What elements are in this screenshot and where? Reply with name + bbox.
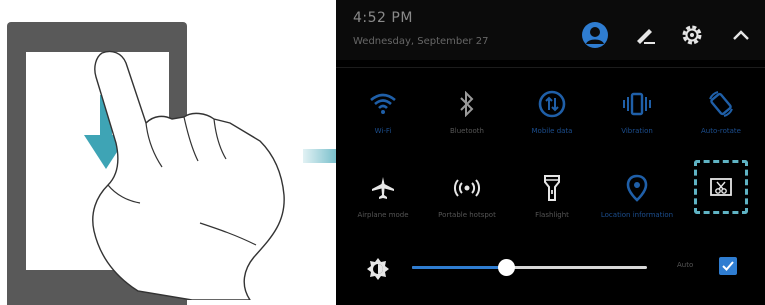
tile-label: Location information bbox=[600, 211, 674, 219]
edit-icon[interactable] bbox=[630, 20, 660, 50]
tile-location[interactable]: Location information bbox=[599, 172, 675, 242]
status-date: Wednesday, September 27 bbox=[353, 36, 489, 47]
tile-label: Flashlight bbox=[535, 211, 569, 219]
bluetooth-icon bbox=[451, 88, 483, 120]
mobile-data-icon bbox=[536, 88, 568, 120]
tile-auto-rotate[interactable]: Auto-rotate bbox=[683, 88, 759, 158]
tile-label: Airplane mode bbox=[357, 211, 409, 219]
tile-mobile-data[interactable]: Mobile data bbox=[514, 88, 590, 158]
brightness-slider-fill bbox=[412, 266, 506, 269]
tile-label: Bluetooth bbox=[450, 127, 484, 135]
brightness-icon bbox=[366, 257, 390, 285]
checkmark-icon bbox=[722, 261, 734, 271]
tile-vibration[interactable]: Vibration bbox=[599, 88, 675, 158]
gear-icon[interactable] bbox=[677, 20, 707, 50]
brightness-slider[interactable] bbox=[412, 259, 647, 276]
tile-airplane[interactable]: Airplane mode bbox=[345, 172, 421, 242]
tile-label: Auto-rotate bbox=[700, 127, 741, 135]
status-time: 4:52 PM bbox=[353, 10, 413, 26]
hotspot-icon bbox=[451, 172, 483, 204]
flashlight-icon bbox=[536, 172, 568, 204]
wifi-icon bbox=[367, 88, 399, 120]
screenshot-highlight-frame bbox=[694, 160, 748, 214]
vibration-icon bbox=[621, 88, 653, 120]
tile-bluetooth[interactable]: Bluetooth bbox=[429, 88, 505, 158]
location-icon bbox=[621, 172, 653, 204]
panel-header: 4:52 PM Wednesday, September 27 bbox=[336, 0, 765, 60]
avatar-icon[interactable] bbox=[580, 20, 610, 50]
tile-label: Portable hotspot bbox=[438, 211, 496, 219]
brightness-slider-thumb[interactable] bbox=[498, 259, 515, 276]
auto-brightness-label: Auto bbox=[677, 261, 694, 269]
hand-gesture-icon bbox=[92, 50, 285, 300]
header-divider bbox=[336, 67, 765, 68]
tile-label: Wi-Fi bbox=[374, 127, 392, 135]
notification-panel: 4:52 PM Wednesday, September 27 Wi-Fi Bl… bbox=[336, 0, 765, 305]
auto-brightness-checkbox[interactable] bbox=[719, 257, 737, 275]
tile-label: Vibration bbox=[621, 127, 653, 135]
chevron-up-icon[interactable] bbox=[726, 20, 756, 50]
tile-flashlight[interactable]: Flashlight bbox=[514, 172, 590, 242]
brightness-row: Auto bbox=[336, 245, 765, 285]
tile-label: Mobile data bbox=[531, 127, 573, 135]
tile-hotspot[interactable]: Portable hotspot bbox=[429, 172, 505, 242]
auto-rotate-icon bbox=[705, 88, 737, 120]
tile-wifi[interactable]: Wi-Fi bbox=[345, 88, 421, 158]
airplane-icon bbox=[367, 172, 399, 204]
